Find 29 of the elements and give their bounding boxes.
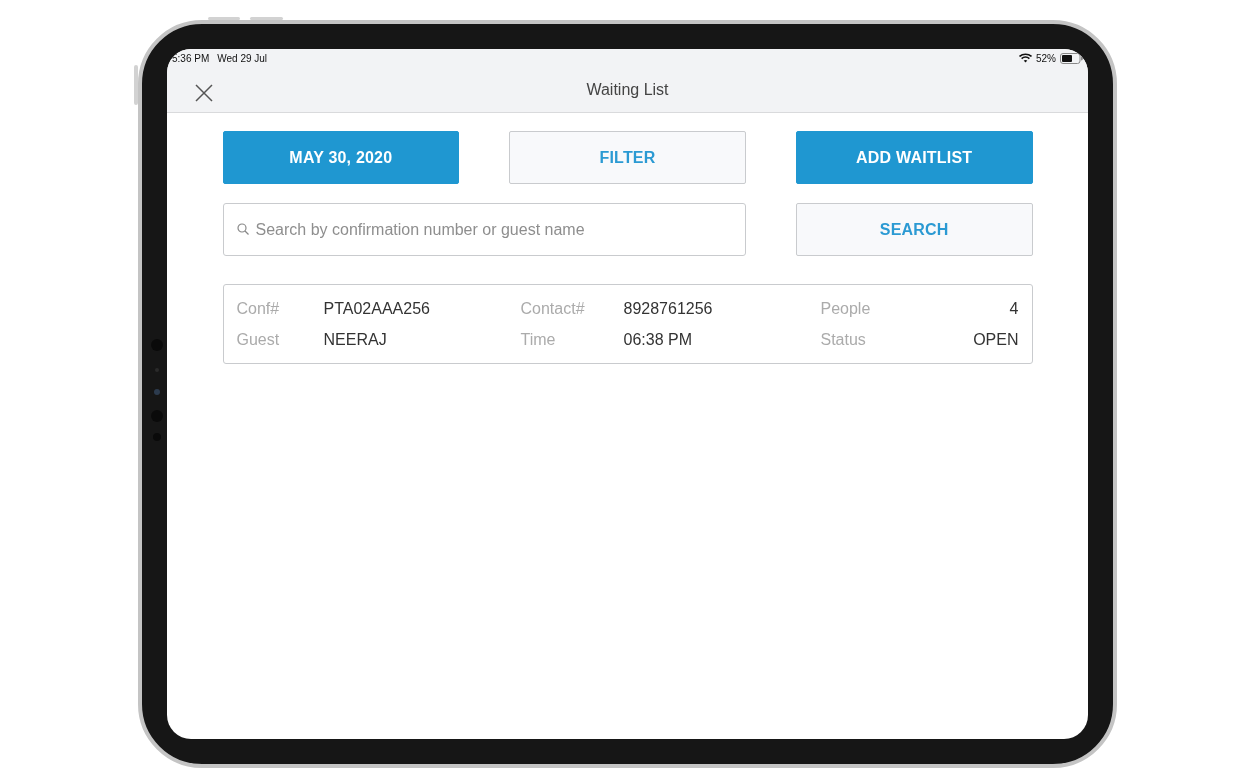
field-label: Conf# — [236, 298, 281, 319]
search-button[interactable]: SEARCH — [795, 203, 1033, 256]
filter-button[interactable]: FILTER — [509, 131, 746, 184]
field-value: PTA02AAA256 — [323, 298, 431, 319]
field-value: 06:38 PM — [623, 329, 693, 350]
field-value: OPEN — [972, 329, 1019, 350]
close-icon — [195, 84, 213, 103]
front-camera-icon — [150, 338, 164, 444]
frame-edge-detail — [134, 65, 138, 105]
screen-title: Waiting List — [586, 79, 669, 100]
search-field[interactable]: Search by confirmation number or guest name — [222, 203, 746, 256]
field-label: Contact# — [520, 298, 586, 319]
field-label: People — [820, 298, 871, 319]
wifi-icon — [1019, 53, 1032, 63]
field-value: 4 — [1008, 298, 1019, 319]
date-button[interactable]: MAY 30, 2020 — [222, 131, 460, 184]
field-value: 8928761256 — [623, 298, 714, 319]
field-value: NEERAJ — [323, 329, 388, 350]
frame-edge-detail — [208, 17, 240, 20]
status-date: Wed 29 Jul — [217, 51, 268, 66]
battery-percent: 52% — [1036, 51, 1056, 66]
field-label: Guest — [236, 329, 281, 350]
frame-edge-detail — [250, 17, 283, 20]
search-icon — [236, 223, 249, 235]
battery-icon — [1060, 52, 1083, 64]
waitlist-entry-card[interactable]: Conf# PTA02AAA256 Contact# 8928761256 People 4 Guest NEERAJ Time 06:38 PM Status OPEN — [222, 284, 1033, 364]
add-waitlist-button[interactable]: ADD WAITLIST — [795, 131, 1033, 184]
field-label: Status — [820, 329, 867, 350]
field-label: Time — [520, 329, 557, 350]
